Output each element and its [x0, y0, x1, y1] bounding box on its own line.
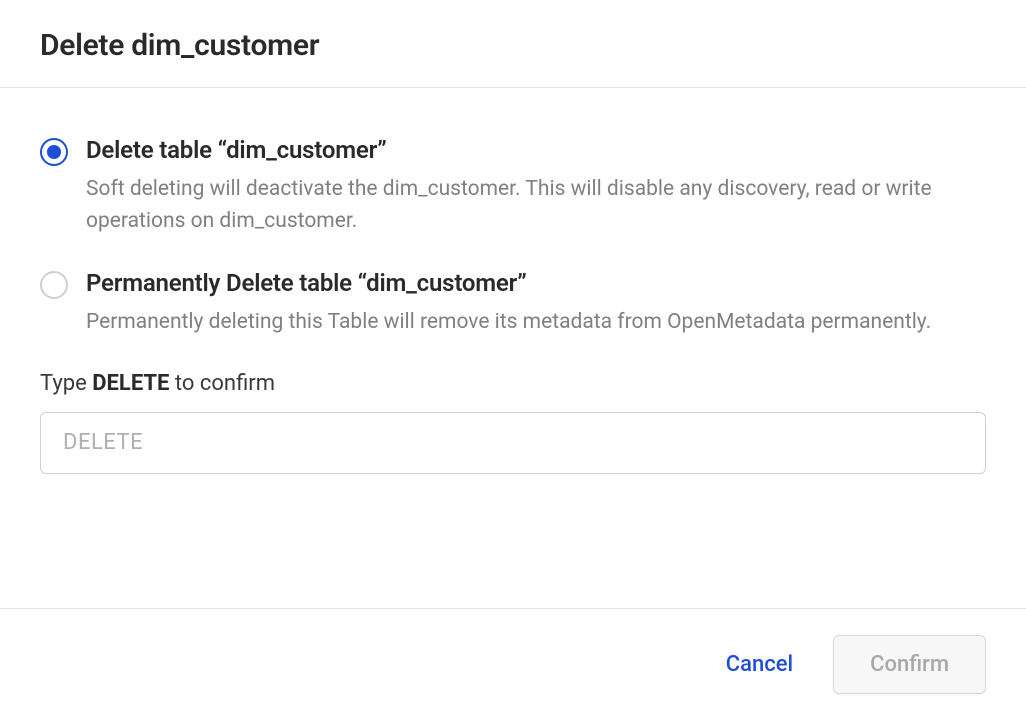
radio-hard-delete[interactable]	[40, 271, 68, 299]
option-soft-title: Delete table “dim_customer”	[86, 136, 986, 164]
dialog-title: Delete dim_customer	[40, 28, 986, 63]
option-hard-desc: Permanently deleting this Table will rem…	[86, 307, 986, 339]
cancel-button[interactable]: Cancel	[722, 644, 797, 685]
option-hard-delete[interactable]: Permanently Delete table “dim_customer” …	[40, 269, 986, 339]
option-hard-title: Permanently Delete table “dim_customer”	[86, 269, 986, 297]
option-soft-delete[interactable]: Delete table “dim_customer” Soft deletin…	[40, 136, 986, 237]
confirm-button[interactable]: Confirm	[833, 635, 986, 694]
confirm-label-prefix: Type	[40, 371, 92, 396]
confirm-input[interactable]	[40, 412, 986, 474]
dialog-body: Delete table “dim_customer” Soft deletin…	[0, 88, 1026, 608]
option-soft-content: Delete table “dim_customer” Soft deletin…	[86, 136, 986, 237]
confirm-label-bold: DELETE	[92, 371, 169, 396]
dialog-header: Delete dim_customer	[0, 0, 1026, 88]
option-soft-desc: Soft deleting will deactivate the dim_cu…	[86, 174, 986, 237]
delete-dialog: Delete dim_customer Delete table “dim_cu…	[0, 0, 1026, 720]
confirm-label: Type DELETE to confirm	[40, 371, 986, 396]
radio-soft-delete[interactable]	[40, 138, 68, 166]
dialog-footer: Cancel Confirm	[0, 608, 1026, 720]
option-hard-content: Permanently Delete table “dim_customer” …	[86, 269, 986, 339]
confirm-label-suffix: to confirm	[169, 371, 275, 396]
